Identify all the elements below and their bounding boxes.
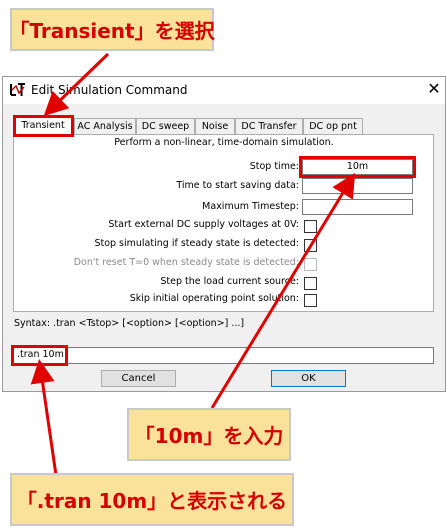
syntax-text: Syntax: .tran <Tstop> [<option> [<option… [14, 318, 245, 329]
stop-time-highlight [299, 156, 416, 178]
cancel-button[interactable]: Cancel [101, 370, 176, 387]
title-bar: Edit Simulation Command ✕ [3, 77, 445, 104]
ltspice-icon [9, 81, 27, 99]
stop-time-label: Stop time: [249, 161, 299, 172]
tab-dc-op-pnt[interactable]: DC op pnt [303, 118, 363, 135]
tab-ac-analysis[interactable]: AC Analysis [74, 118, 136, 135]
callout-shows-tran: 「.tran 10m」と表示される [10, 473, 294, 526]
dialog-title: Edit Simulation Command [31, 83, 188, 97]
command-text: .tran 10m [17, 349, 64, 360]
tab-dc-transfer[interactable]: DC Transfer [235, 118, 303, 135]
command-input[interactable] [13, 347, 434, 364]
start-saving-label: Time to start saving data: [176, 180, 299, 191]
edit-simulation-dialog: Edit Simulation Command ✕ Transient AC A… [2, 76, 446, 392]
checkbox-external-dc[interactable] [304, 220, 317, 233]
checkbox-label-dont-reset: Don't reset T=0 when steady state is det… [73, 257, 299, 268]
checkbox-label-skip-op: Skip initial operating point solution: [129, 293, 299, 304]
panel-description: Perform a non-linear, time-domain simula… [114, 137, 334, 148]
checkbox-steady-state[interactable] [304, 239, 317, 252]
checkbox-label-external-dc: Start external DC supply voltages at 0V: [108, 219, 299, 230]
start-saving-input[interactable] [302, 178, 413, 194]
tab-noise[interactable]: Noise [195, 118, 235, 135]
max-timestep-input[interactable] [302, 199, 413, 215]
close-icon[interactable]: ✕ [424, 79, 444, 99]
transient-panel: Perform a non-linear, time-domain simula… [13, 134, 434, 312]
checkbox-label-steady-state: Stop simulating if steady state is detec… [94, 238, 299, 249]
checkbox-skip-op[interactable] [304, 294, 317, 307]
transient-tab-highlight [13, 115, 74, 137]
callout-input-10m: 「10m」を入力 [127, 408, 291, 461]
tab-dc-sweep[interactable]: DC sweep [136, 118, 195, 135]
checkbox-step-load[interactable] [304, 277, 317, 290]
max-timestep-label: Maximum Timestep: [202, 201, 299, 212]
checkbox-label-step-load: Step the load current source: [160, 276, 299, 287]
callout-transient: 「Transient」を選択 [9, 8, 215, 51]
checkbox-dont-reset [304, 258, 317, 271]
ok-button[interactable]: OK [271, 370, 346, 387]
